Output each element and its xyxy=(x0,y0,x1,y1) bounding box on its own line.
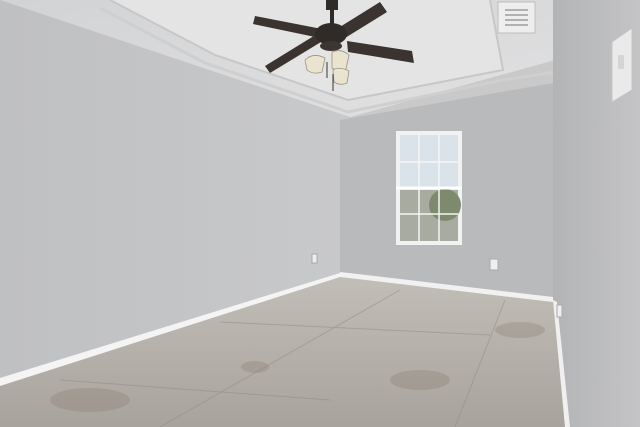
air-vent xyxy=(497,1,536,34)
outlet xyxy=(556,304,563,318)
outlet xyxy=(311,253,318,264)
window xyxy=(396,131,462,245)
room-photo xyxy=(0,0,640,427)
outlet xyxy=(489,258,499,271)
